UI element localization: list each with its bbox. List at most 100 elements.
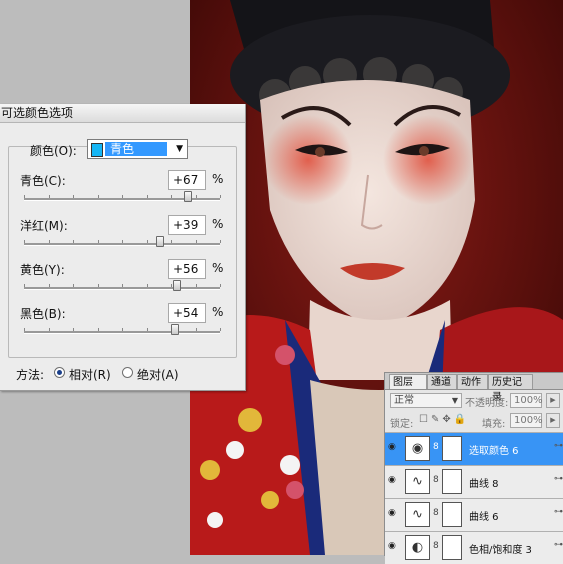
slider-tick xyxy=(195,284,197,287)
link-icon[interactable]: 8 xyxy=(433,508,439,518)
slider-value-field[interactable]: +56 xyxy=(168,259,206,279)
layer-mask-thumbnail[interactable] xyxy=(442,469,462,494)
slider-track[interactable] xyxy=(24,324,221,335)
blend-mode-value: 正常 xyxy=(394,395,414,406)
slider-tick xyxy=(24,195,25,198)
slider-tick xyxy=(171,195,172,198)
slider-thumb[interactable] xyxy=(156,236,165,247)
slider-track[interactable] xyxy=(24,191,221,202)
percent-unit: % xyxy=(212,217,224,231)
slider-tick xyxy=(73,284,74,287)
lock-icons[interactable]: ☐✎✥🔒 xyxy=(419,414,469,425)
curves-icon: ∿ xyxy=(405,502,430,527)
colors-dropdown[interactable]: 青色 ▼ xyxy=(87,139,188,159)
slider-tick xyxy=(220,195,221,198)
clip-icon: ⊶ xyxy=(554,507,563,517)
tab-2[interactable]: 动作 xyxy=(457,374,488,389)
layer-name[interactable]: 色相/饱和度 3 xyxy=(469,541,532,556)
fill-arrow-icon[interactable]: ▶ xyxy=(546,413,560,428)
relative-radio[interactable] xyxy=(54,367,65,378)
slider-tick xyxy=(48,284,50,287)
method-label: 方法: xyxy=(16,368,45,382)
link-icon[interactable]: 8 xyxy=(433,541,439,551)
slider-value-field[interactable]: +39 xyxy=(168,215,206,235)
fill-label: 填充: xyxy=(482,419,506,430)
tab-0[interactable]: 图层 × xyxy=(389,374,427,403)
layer-row[interactable]: ◉ ∿ 8 曲线 6 ⊶ xyxy=(385,498,563,531)
clip-icon: ⊶ xyxy=(554,441,563,451)
fill-field[interactable]: 100% xyxy=(510,413,543,428)
slider-tick xyxy=(195,240,197,243)
slider-tick xyxy=(97,284,99,287)
clip-icon: ⊶ xyxy=(554,540,563,550)
absolute-radio[interactable] xyxy=(122,367,133,378)
slider-tick xyxy=(220,284,221,287)
colors-label: 颜色(O): xyxy=(30,144,77,158)
percent-unit: % xyxy=(212,172,224,186)
slider-tick xyxy=(73,195,74,198)
slider-tick xyxy=(24,328,25,331)
slider-tick xyxy=(122,240,123,243)
slider-thumb[interactable] xyxy=(183,191,192,202)
slider-thumb[interactable] xyxy=(172,280,181,291)
layers-panel: 图层 ×通道动作历史记录 正常 ▼ 不透明度: 100% ▶ 锁定: ☐✎✥🔒 … xyxy=(384,372,563,564)
slider-label: 青色(C): xyxy=(20,174,66,188)
percent-unit: % xyxy=(212,261,224,275)
slider-tick xyxy=(97,240,99,243)
lock-label: 锁定: xyxy=(390,419,414,430)
tab-3[interactable]: 历史记录 xyxy=(488,374,533,403)
layer-row[interactable]: ◉ ◐ 8 色相/饱和度 3 ⊶ xyxy=(385,531,563,564)
eye-icon[interactable]: ◉ xyxy=(388,542,398,551)
slider-tick xyxy=(24,240,25,243)
slider-tick xyxy=(146,284,148,287)
eye-icon[interactable]: ◉ xyxy=(388,509,398,518)
layer-name[interactable]: 选取颜色 6 xyxy=(469,442,519,457)
slider-tick xyxy=(146,328,148,331)
layer-mask-thumbnail[interactable] xyxy=(442,535,462,560)
absolute-radio-label[interactable]: 绝对(A) xyxy=(137,366,179,383)
opacity-field[interactable]: 100% xyxy=(510,393,543,408)
slider-label: 黑色(B): xyxy=(20,307,66,321)
layer-mask-thumbnail[interactable] xyxy=(442,502,462,527)
layer-row[interactable]: ◉ ◉ 8 选取颜色 6 ⊶ xyxy=(385,432,563,465)
dialog-title: 可选颜色选项 xyxy=(0,104,245,123)
selective-color-icon: ◉ xyxy=(405,436,430,461)
slider-tick xyxy=(220,328,221,331)
tab-1[interactable]: 通道 xyxy=(427,374,457,389)
layer-row[interactable]: ◉ ∿ 8 曲线 8 ⊶ xyxy=(385,465,563,498)
slider-tick xyxy=(48,328,50,331)
layer-name[interactable]: 曲线 8 xyxy=(469,475,499,490)
slider-track[interactable] xyxy=(24,236,221,247)
colors-dropdown-value: 青色 xyxy=(105,142,167,156)
slider-value-field[interactable]: +67 xyxy=(168,170,206,190)
eye-icon[interactable]: ◉ xyxy=(388,476,398,485)
eye-icon[interactable]: ◉ xyxy=(388,443,398,452)
selective-color-dialog: 可选颜色选项 颜色(O): 青色 ▼ 青色(C): +67% 洋红(M): +39% 黄… xyxy=(0,104,246,391)
slider-label: 洋红(M): xyxy=(20,219,68,233)
slider-track[interactable] xyxy=(24,280,221,291)
clip-icon: ⊶ xyxy=(554,474,563,484)
link-icon[interactable]: 8 xyxy=(433,442,439,452)
layer-name[interactable]: 曲线 6 xyxy=(469,508,499,523)
slider-tick xyxy=(171,240,172,243)
slider-tick xyxy=(171,284,172,287)
slider-value-field[interactable]: +54 xyxy=(168,303,206,323)
percent-unit: % xyxy=(212,305,224,319)
slider-tick xyxy=(146,240,148,243)
slider-tick xyxy=(195,195,197,198)
curves-icon: ∿ xyxy=(405,469,430,494)
hue-saturation-icon: ◐ xyxy=(405,535,430,560)
chevron-down-icon: ▼ xyxy=(176,144,183,154)
link-icon[interactable]: 8 xyxy=(433,475,439,485)
layer-mask-thumbnail[interactable] xyxy=(442,436,462,461)
slider-tick xyxy=(122,284,123,287)
slider-tick xyxy=(220,240,221,243)
opacity-arrow-icon[interactable]: ▶ xyxy=(546,393,560,408)
relative-radio-label[interactable]: 相对(R) xyxy=(69,366,111,383)
slider-label: 黄色(Y): xyxy=(20,263,65,277)
slider-tick xyxy=(24,284,25,287)
slider-thumb[interactable] xyxy=(170,324,179,335)
panel-tabs: 图层 ×通道动作历史记录 xyxy=(385,373,563,403)
blend-mode-select[interactable]: 正常 ▼ xyxy=(390,393,462,408)
slider-tick xyxy=(73,328,74,331)
